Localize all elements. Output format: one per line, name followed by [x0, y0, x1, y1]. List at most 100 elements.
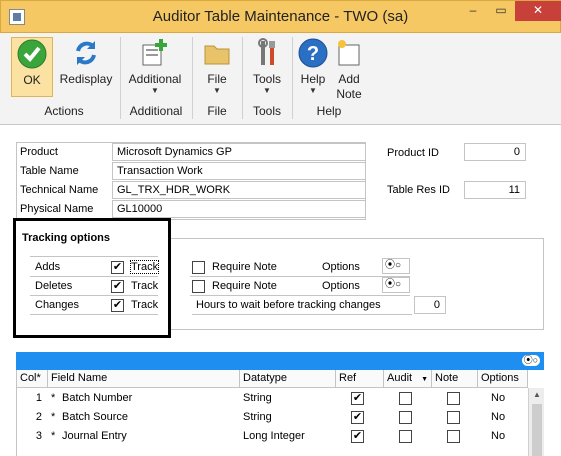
group-label-additional: Additional — [129, 104, 183, 118]
divider — [30, 295, 158, 296]
grid-header-bar: ⦿○ — [16, 352, 544, 370]
table-name-label: Table Name — [20, 165, 79, 177]
adds-track-label: Track — [129, 260, 160, 274]
help-icon: ? — [298, 38, 328, 68]
deletes-track-label: Track — [131, 280, 159, 292]
row-audit-checkbox[interactable] — [399, 392, 412, 405]
table-name-value: Transaction Work — [112, 162, 366, 180]
ribbon-separator — [192, 37, 193, 119]
dropdown-arrow-icon: ▼ — [151, 86, 159, 95]
row-col-number: 2 — [35, 411, 42, 423]
row-ref-checkbox[interactable]: ✔ — [351, 392, 364, 405]
row-datatype: String — [243, 411, 272, 423]
col-header-ref[interactable]: Ref — [336, 370, 384, 388]
dropdown-arrow-icon[interactable]: ▼ — [421, 376, 428, 383]
minimize-button[interactable]: – — [459, 1, 487, 21]
dropdown-arrow-icon: ▼ — [263, 86, 271, 95]
row-col-number: 3 — [35, 430, 42, 442]
divider — [190, 295, 410, 296]
row-ref-checkbox[interactable]: ✔ — [351, 411, 364, 424]
adds-label: Adds — [35, 261, 61, 273]
col-header-audit[interactable]: Audit ▼ — [384, 370, 432, 388]
row-datatype: String — [243, 392, 272, 404]
row-audit-checkbox[interactable] — [399, 430, 412, 443]
row-star: * — [51, 411, 56, 423]
deletes-require-note-checkbox[interactable] — [192, 280, 205, 293]
tools-label: Tools — [252, 72, 281, 86]
table-res-id-label: Table Res ID — [387, 184, 450, 196]
technical-name-value: GL_TRX_HDR_WORK — [112, 181, 366, 199]
col-header-options[interactable]: Options — [478, 370, 528, 388]
row-note-checkbox[interactable] — [447, 411, 460, 424]
adds-require-note-label: Require Note — [212, 261, 277, 273]
row-col-number: 1 — [35, 392, 42, 404]
col-header-audit-label: Audit — [387, 372, 413, 384]
row-note-checkbox[interactable] — [447, 430, 460, 443]
scrollbar-thumb[interactable] — [532, 404, 542, 456]
row-options[interactable]: No — [491, 427, 505, 446]
row-star: * — [51, 392, 56, 404]
help-label: Help — [300, 72, 326, 86]
technical-name-label: Technical Name — [20, 184, 99, 196]
row-audit-checkbox[interactable] — [399, 411, 412, 424]
ribbon-separator — [242, 37, 243, 119]
ok-label: OK — [23, 73, 41, 87]
row-options[interactable]: No — [491, 408, 505, 427]
additional-label: Additional — [128, 72, 182, 86]
adds-options-label: Options — [322, 261, 360, 273]
group-label-help: Help — [316, 104, 342, 118]
redisplay-label: Redisplay — [59, 72, 113, 86]
group-label-actions: Actions — [44, 104, 84, 118]
divider — [30, 256, 158, 257]
row-field-name: Batch Source — [62, 411, 129, 423]
col-header-note[interactable]: Note — [432, 370, 478, 388]
col-header-field-name[interactable]: Field Name — [48, 370, 240, 388]
col-header-col[interactable]: Col* — [16, 370, 48, 388]
deletes-options-label: Options — [322, 280, 360, 292]
grid-scrollbar[interactable]: ▲ — [528, 388, 544, 456]
changes-track-checkbox[interactable]: ✔ — [111, 299, 124, 312]
divider — [30, 276, 158, 277]
help-menu-button[interactable]: ? Help ▼ — [296, 37, 330, 95]
folder-icon — [204, 45, 230, 65]
ok-button[interactable]: OK — [11, 37, 53, 97]
row-note-checkbox[interactable] — [447, 392, 460, 405]
dropdown-arrow-icon: ▼ — [309, 86, 317, 95]
ribbon-separator — [292, 37, 293, 119]
file-menu-button[interactable]: File ▼ — [198, 37, 236, 95]
row-ref-checkbox[interactable]: ✔ — [351, 430, 364, 443]
add-note-button[interactable]: Add Note — [332, 37, 366, 102]
col-header-datatype[interactable]: Datatype — [240, 370, 336, 388]
changes-track-label: Track — [131, 299, 159, 311]
table-res-id-value: 11 — [464, 181, 526, 199]
scroll-up-icon[interactable]: ▲ — [529, 388, 545, 402]
adds-require-note-checkbox[interactable] — [192, 261, 205, 274]
additional-menu-button[interactable]: Additional ▼ — [126, 37, 184, 95]
tools-menu-button[interactable]: Tools ▼ — [248, 37, 286, 95]
product-label: Product — [20, 146, 58, 158]
adds-options-radio[interactable]: ⦿○ — [382, 258, 410, 274]
changes-label: Changes — [35, 299, 80, 311]
grid-radio-toggle[interactable]: ⦿○ — [522, 355, 540, 366]
deletes-options-radio[interactable]: ⦿○ — [382, 277, 410, 293]
product-id-value: 0 — [464, 143, 526, 161]
redisplay-button[interactable]: Redisplay — [58, 37, 114, 87]
hours-input[interactable]: 0 — [414, 296, 446, 314]
divider — [30, 314, 158, 315]
dropdown-arrow-icon: ▼ — [213, 86, 221, 95]
close-button[interactable]: ✕ — [515, 1, 561, 21]
maximize-button[interactable]: ▭ — [487, 1, 515, 21]
ribbon: OK Redisplay Additional ▼ File ▼ Tools ▼… — [0, 33, 561, 125]
group-label-tools: Tools — [252, 104, 281, 118]
deletes-require-note-label: Require Note — [212, 280, 277, 292]
add-note-label: Add Note — [336, 72, 362, 101]
row-options[interactable]: No — [491, 389, 505, 408]
divider — [192, 314, 412, 315]
deletes-label: Deletes — [35, 280, 73, 292]
col-header-col-label: Col — [20, 372, 37, 384]
ok-check-icon — [17, 39, 47, 69]
row-star: * — [51, 430, 56, 442]
product-id-label: Product ID — [387, 147, 439, 159]
deletes-track-checkbox[interactable]: ✔ — [111, 280, 124, 293]
adds-track-checkbox[interactable]: ✔ — [111, 261, 124, 274]
